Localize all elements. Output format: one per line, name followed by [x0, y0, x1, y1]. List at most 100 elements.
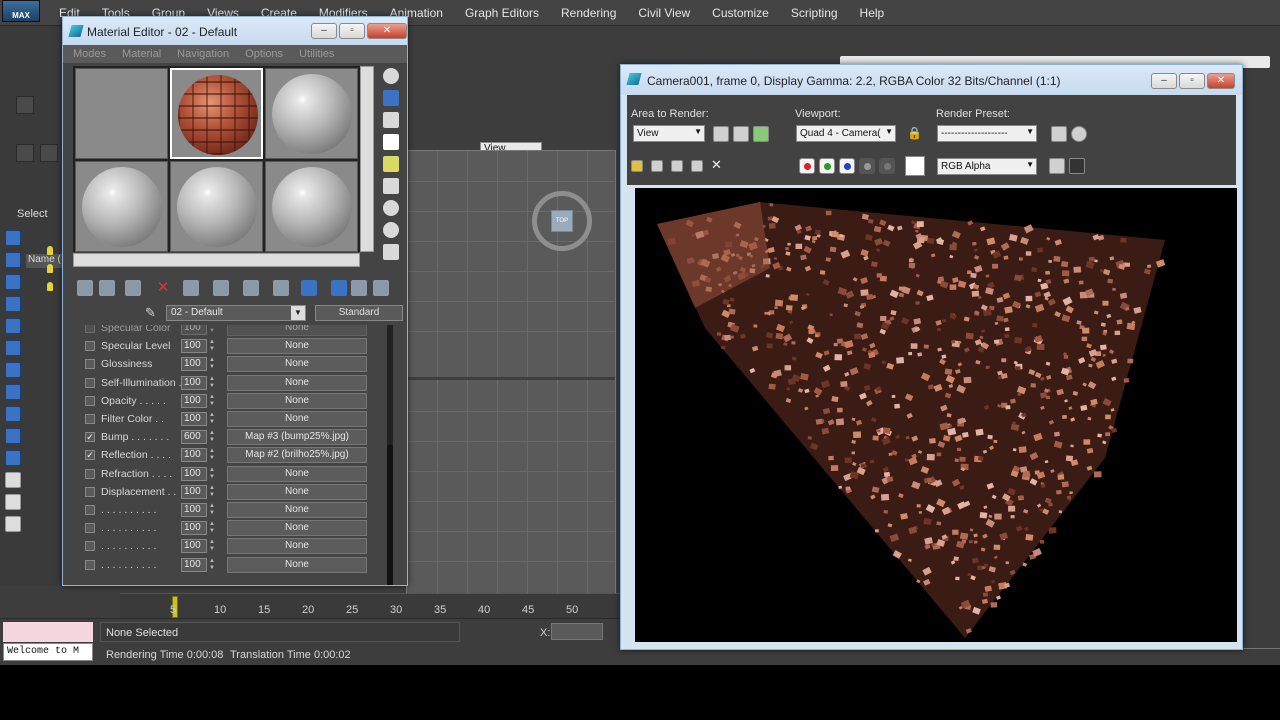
toggle-ui-overlay-icon[interactable] — [1049, 158, 1065, 174]
map-amount-field[interactable]: 600 — [181, 430, 207, 445]
video-color-check-icon[interactable] — [383, 156, 399, 172]
spinner-icon[interactable]: ▲▼ — [207, 485, 217, 499]
map-enable-checkbox[interactable] — [85, 559, 95, 570]
timeline[interactable]: 5 10 15 20 25 30 35 40 45 50 — [120, 593, 620, 619]
map-slot-button[interactable]: None — [227, 502, 367, 518]
scene-explorer-icon-8[interactable] — [5, 384, 21, 400]
background-icon[interactable] — [383, 112, 399, 128]
map-enable-checkbox[interactable] — [85, 486, 95, 497]
maxscript-mini-listener[interactable] — [3, 622, 93, 642]
chevron-down-icon[interactable]: ▼ — [291, 306, 305, 320]
make-unique-icon[interactable] — [183, 280, 199, 296]
map-slot-button[interactable]: None — [227, 411, 367, 427]
alpha-channel-toggle[interactable] — [859, 158, 875, 174]
put-to-library-icon[interactable] — [213, 280, 229, 296]
spinner-icon[interactable]: ▲▼ — [207, 430, 217, 444]
spinner-icon[interactable]: ▲▼ — [207, 394, 217, 408]
map-enable-checkbox[interactable] — [85, 505, 95, 515]
map-enable-checkbox[interactable] — [85, 468, 95, 479]
show-end-result-icon[interactable] — [301, 280, 317, 296]
options-icon[interactable] — [383, 200, 399, 216]
viewcube-face[interactable]: TOP — [551, 210, 573, 232]
map-enable-checkbox[interactable] — [85, 341, 95, 352]
slots-horizontal-scrollbar[interactable] — [73, 253, 360, 267]
clone-window-icon[interactable] — [671, 160, 683, 172]
toggle-ui-icon[interactable] — [1069, 158, 1085, 174]
rendered-frame-titlebar[interactable]: Camera001, frame 0, Display Gamma: 2.2, … — [621, 65, 1242, 95]
red-channel-toggle[interactable] — [799, 158, 815, 174]
map-enable-checkbox[interactable]: ✓ — [85, 450, 95, 461]
environment-icon[interactable] — [1071, 126, 1087, 142]
map-amount-field[interactable]: 100 — [181, 557, 207, 572]
clone-frame-icon[interactable] — [753, 126, 769, 142]
map-amount-field[interactable]: 100 — [181, 484, 207, 499]
maximize-button[interactable]: ▫ — [339, 23, 365, 39]
make-preview-icon[interactable] — [383, 178, 399, 194]
sample-slot[interactable] — [75, 161, 168, 252]
undo-icon[interactable] — [16, 144, 34, 162]
menu-customize[interactable]: Customize — [701, 6, 780, 20]
menu-help[interactable]: Help — [849, 6, 896, 20]
map-slot-button[interactable]: None — [227, 325, 367, 336]
scene-explorer-icon-4[interactable] — [5, 296, 21, 312]
map-slot-button[interactable]: None — [227, 556, 367, 573]
display-icon[interactable] — [5, 494, 21, 510]
show-shaded-material-icon[interactable] — [273, 280, 289, 296]
slots-vertical-scrollbar[interactable] — [360, 66, 374, 252]
map-enable-checkbox[interactable]: ✓ — [85, 432, 95, 443]
x-coordinate-field[interactable] — [551, 623, 603, 640]
eyedropper-icon[interactable]: ✎ — [145, 306, 159, 320]
blue-channel-toggle[interactable] — [839, 158, 855, 174]
map-slot-button[interactable]: Map #3 (bump25%.jpg) — [227, 429, 367, 446]
spinner-icon[interactable]: ▲▼ — [207, 412, 217, 426]
render-preset-dropdown[interactable]: -------------------- ▼ — [937, 125, 1037, 142]
material-map-navigator-icon[interactable] — [383, 244, 399, 260]
menu-navigation[interactable]: Navigation — [177, 45, 229, 63]
lock-icon[interactable]: 🔒 — [907, 126, 923, 142]
map-enable-checkbox[interactable] — [85, 414, 95, 424]
menu-scripting[interactable]: Scripting — [780, 6, 849, 20]
sample-slot[interactable] — [265, 68, 358, 159]
auto-region-icon[interactable] — [733, 126, 749, 142]
sample-type-icon[interactable] — [383, 68, 399, 84]
map-amount-field[interactable]: 100 — [181, 357, 207, 372]
minimize-button[interactable]: – — [311, 23, 337, 39]
map-amount-field[interactable]: 100 — [181, 466, 207, 481]
copy-image-icon[interactable] — [651, 160, 663, 172]
scene-explorer-icon-1[interactable] — [5, 230, 21, 246]
scene-explorer-icon-10[interactable] — [5, 428, 21, 444]
menu-rendering[interactable]: Rendering — [550, 6, 627, 20]
redo-icon[interactable] — [40, 144, 58, 162]
spinner-icon[interactable]: ▲▼ — [207, 376, 217, 390]
close-button[interactable]: ✕ — [1207, 73, 1235, 89]
map-slot-button[interactable]: None — [227, 374, 367, 391]
maps-scrollbar[interactable] — [387, 325, 393, 585]
scene-explorer-icon-7[interactable] — [5, 362, 21, 378]
spinner-icon[interactable]: ▲▼ — [207, 521, 217, 535]
green-channel-toggle[interactable] — [819, 158, 835, 174]
layer-icon[interactable] — [5, 472, 21, 488]
assign-to-selection-icon[interactable] — [125, 280, 141, 296]
put-to-scene-icon[interactable] — [99, 280, 115, 296]
select-filter-icon[interactable] — [16, 96, 34, 114]
map-enable-checkbox[interactable] — [85, 541, 95, 552]
sample-slot[interactable] — [170, 161, 263, 252]
material-editor-titlebar[interactable]: Material Editor - 02 - Default – ▫ ✕ — [63, 17, 407, 45]
save-image-icon[interactable] — [631, 160, 643, 172]
uv-tiling-icon[interactable] — [383, 134, 399, 150]
close-button[interactable]: ✕ — [367, 23, 407, 39]
map-slot-button[interactable]: None — [227, 520, 367, 537]
spinner-icon[interactable]: ▲▼ — [207, 448, 217, 462]
rendered-image[interactable] — [635, 188, 1237, 642]
scene-explorer-icon-11[interactable] — [5, 450, 21, 466]
map-slot-button[interactable]: None — [227, 392, 367, 409]
app-menu-button[interactable]: MAX — [2, 0, 40, 22]
go-forward-icon[interactable] — [351, 280, 367, 296]
menu-options[interactable]: Options — [245, 45, 283, 63]
map-slot-button[interactable]: None — [227, 483, 367, 500]
light-bulb-icon[interactable] — [47, 282, 53, 291]
color-swatch[interactable] — [905, 156, 925, 176]
scene-explorer-icon-5[interactable] — [5, 318, 21, 334]
pick-material-icon[interactable] — [373, 280, 389, 296]
map-slot-button[interactable]: None — [227, 338, 367, 355]
